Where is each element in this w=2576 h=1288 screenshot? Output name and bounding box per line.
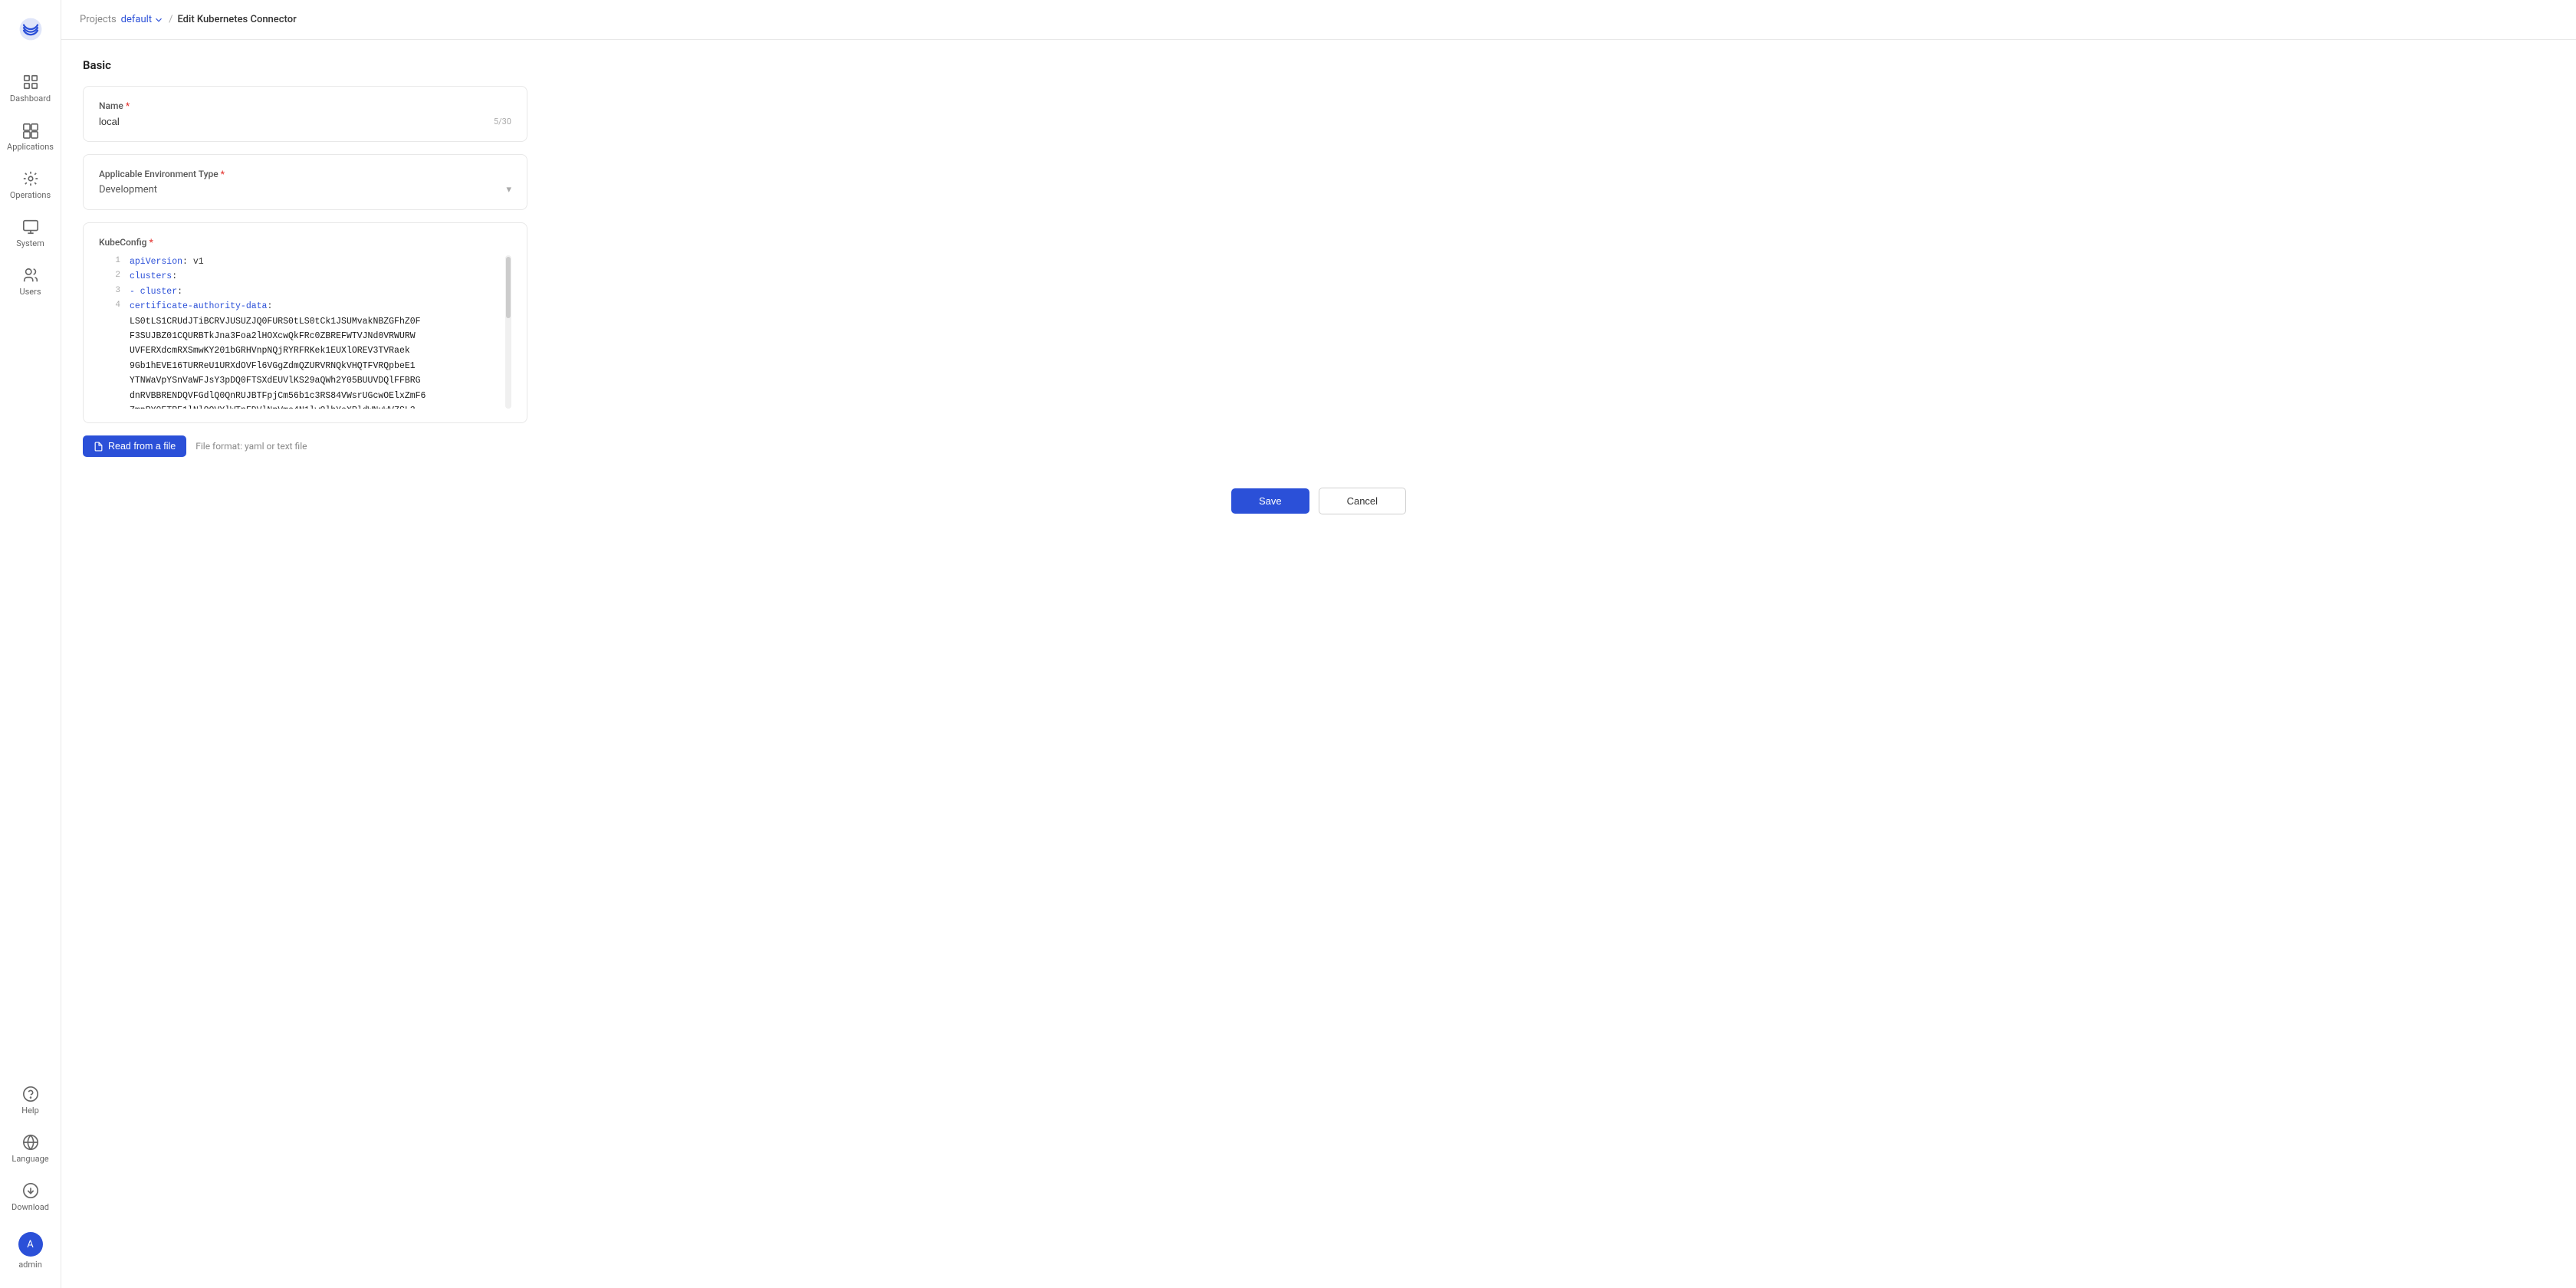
sidebar-item-download[interactable]: Download (0, 1175, 61, 1220)
sidebar-item-applications[interactable]: Applications (0, 114, 61, 159)
sidebar-item-label: System (16, 238, 44, 248)
sidebar-nav: Dashboard Applications Operations (0, 64, 61, 1076)
kubeconfig-label: KubeConfig * (99, 237, 511, 248)
app-logo (11, 9, 51, 49)
file-row: Read from a file File format: yaml or te… (83, 435, 527, 457)
language-icon (22, 1134, 39, 1151)
sidebar-item-label: Applications (7, 142, 54, 152)
sidebar-item-dashboard[interactable]: Dashboard (0, 66, 61, 111)
page-header: Projects default / Edit Kubernetes Conne… (61, 0, 2576, 40)
sidebar-item-system[interactable]: System (0, 211, 61, 256)
help-icon (22, 1086, 39, 1102)
applications-icon (22, 122, 39, 139)
chevron-down-icon (153, 15, 164, 25)
code-line: LS0tLS1CRUdJTiBCRVJUSUZJQ0FURS0tLS0tCk1J… (99, 315, 511, 329)
scrollbar[interactable] (505, 255, 511, 409)
sidebar-item-admin[interactable]: A admin (0, 1224, 61, 1277)
code-line: dnRVBBRENDQVFGdlQ0QnRUJBTFpjCm56b1c3RS84… (99, 389, 511, 403)
users-icon (22, 267, 39, 284)
kubeconfig-card: KubeConfig * 1apiVersion: v12clusters:3-… (83, 222, 527, 423)
code-line: 4 certificate-authority-data: (99, 300, 511, 314)
sidebar-item-label: Download (12, 1202, 49, 1212)
file-icon (94, 442, 104, 452)
breadcrumb-project-link[interactable]: default (121, 14, 164, 25)
kubeconfig-editor[interactable]: 1apiVersion: v12clusters:3- cluster:4 ce… (99, 255, 511, 409)
page-content: Basic Name * 5/30 Applicable Environment… (61, 40, 2576, 1288)
read-file-button[interactable]: Read from a file (83, 435, 186, 457)
char-count: 5/30 (494, 117, 511, 127)
name-label: Name * (99, 100, 511, 111)
name-field-card: Name * 5/30 (83, 86, 527, 142)
operations-icon (22, 170, 39, 187)
name-field: Name * 5/30 (99, 100, 511, 127)
kubeconfig-required: * (149, 237, 153, 248)
name-required: * (126, 100, 130, 111)
action-row: Save Cancel (83, 488, 2555, 545)
admin-label: admin (18, 1260, 42, 1270)
sidebar-item-label: Users (19, 287, 41, 297)
code-line: 9Gb1hEVE16TURReU1URXdOVFl6VGgZdmQZURVRNQ… (99, 360, 511, 373)
dashboard-icon (22, 74, 39, 90)
sidebar-bottom: Help Language Download A admin (0, 1076, 61, 1279)
name-input[interactable] (99, 116, 494, 127)
sidebar-item-label: Dashboard (10, 94, 51, 104)
page-title: Edit Kubernetes Connector (177, 14, 296, 25)
env-type-required: * (221, 169, 225, 179)
env-type-field-card: Applicable Environment Type * Developmen… (83, 154, 527, 210)
code-line: 1apiVersion: v1 (99, 255, 511, 269)
sidebar-item-operations[interactable]: Operations (0, 163, 61, 208)
breadcrumb-projects-label: Projects (80, 14, 117, 25)
select-chevron-icon: ▾ (506, 184, 511, 196)
system-icon (22, 219, 39, 235)
env-type-field: Applicable Environment Type * Developmen… (99, 169, 511, 196)
main-content: Projects default / Edit Kubernetes Conne… (61, 0, 2576, 1288)
code-line: 2clusters: (99, 270, 511, 284)
download-icon (22, 1182, 39, 1199)
section-title: Basic (83, 58, 2555, 72)
code-line: 3- cluster: (99, 285, 511, 299)
code-line: UVFERXdcmRXSmwKY201bGRHVnpNQjRYRFRKek1EU… (99, 344, 511, 358)
save-button[interactable]: Save (1231, 488, 1309, 514)
avatar: A (18, 1232, 43, 1257)
sidebar-item-language[interactable]: Language (0, 1126, 61, 1171)
sidebar-item-label: Help (21, 1106, 39, 1116)
file-hint: File format: yaml or text file (196, 441, 307, 452)
cancel-button[interactable]: Cancel (1319, 488, 1406, 514)
env-type-value: Development (99, 184, 157, 196)
sidebar: Dashboard Applications Operations (0, 0, 61, 1288)
code-line: ZmpRY0ETPE1lNlQQVYlWTnFDVlNpVmo4N1lwOlhY… (99, 404, 511, 409)
env-type-select[interactable]: Development ▾ (99, 184, 511, 196)
sidebar-item-users[interactable]: Users (0, 259, 61, 304)
env-type-label: Applicable Environment Type * (99, 169, 511, 179)
sidebar-item-help[interactable]: Help (0, 1078, 61, 1123)
breadcrumb: Projects default / Edit Kubernetes Conne… (80, 14, 297, 25)
code-lines: 1apiVersion: v12clusters:3- cluster:4 ce… (99, 255, 511, 409)
sidebar-item-label: Operations (10, 190, 51, 200)
code-line: F3SUJBZ01CQURBTkJna3Foa2lHOXcwQkFRc0ZBRE… (99, 330, 511, 343)
code-line: YTNWaVpYSnVaWFJsY3pDQ0FTSXdEUVlKS29aQWh2… (99, 374, 511, 388)
breadcrumb-separator: / (169, 14, 172, 25)
scrollbar-thumb (506, 257, 511, 318)
sidebar-item-label: Language (12, 1154, 48, 1164)
